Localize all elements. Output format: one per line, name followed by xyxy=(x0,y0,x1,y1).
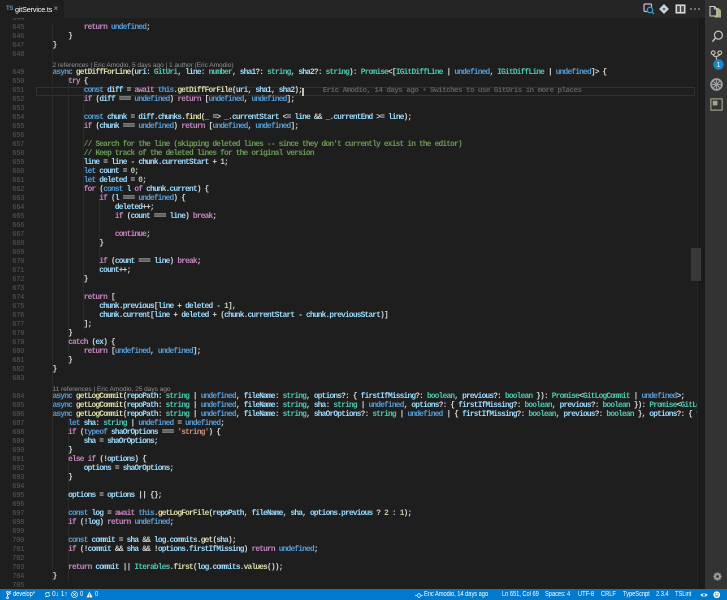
svg-text:1: 1 xyxy=(716,62,720,69)
